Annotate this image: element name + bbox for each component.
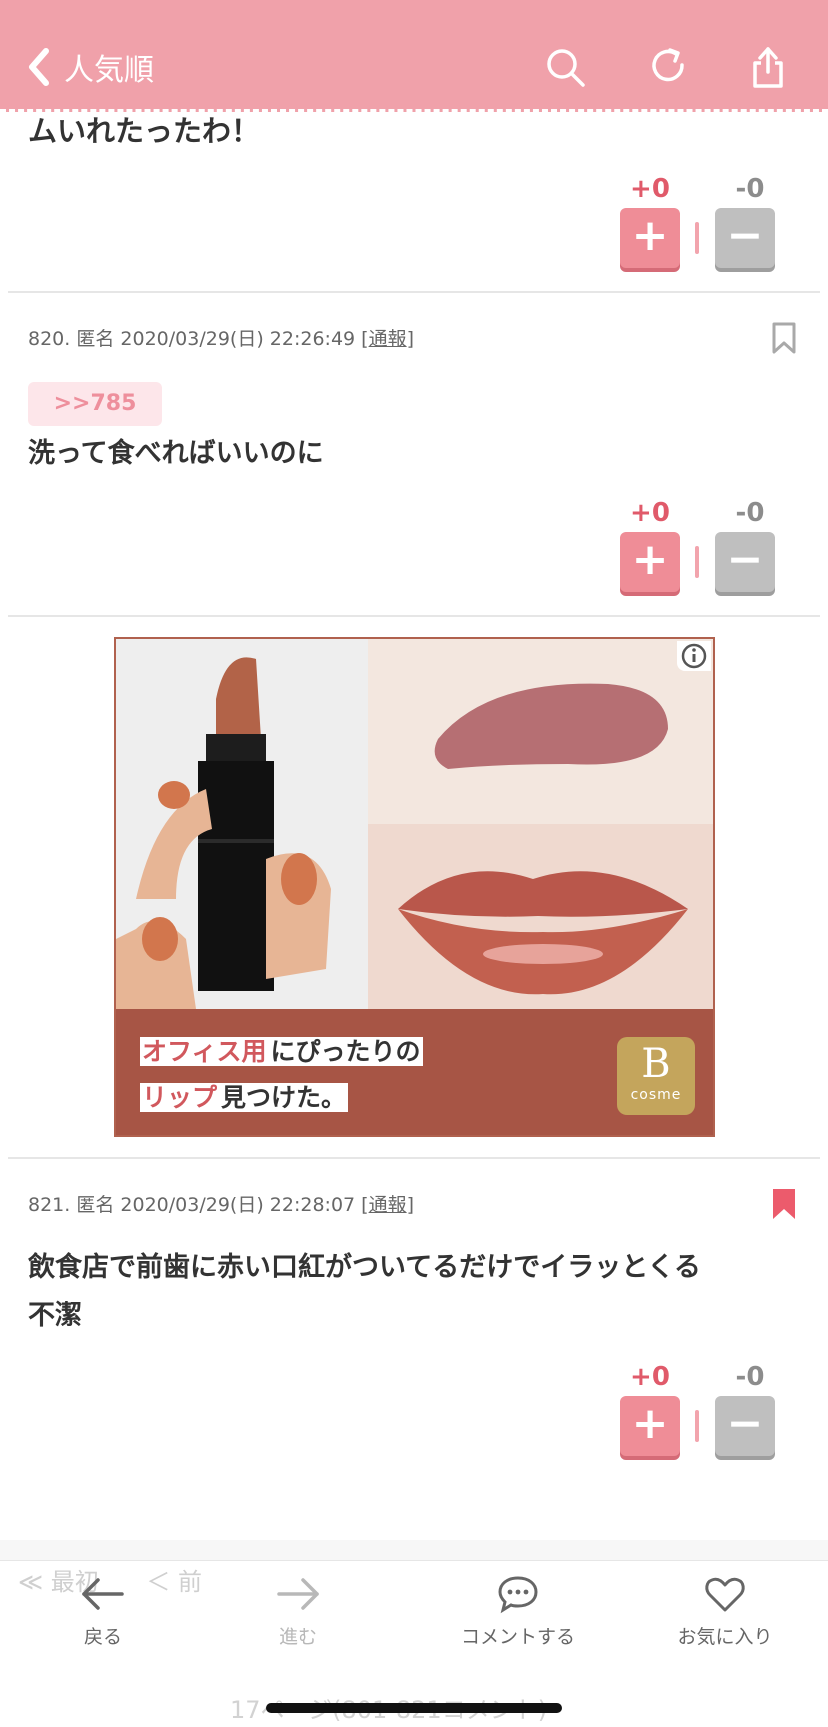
- ad-caption-text: にぴったりの: [268, 1037, 423, 1066]
- vote-separator: [695, 1410, 699, 1442]
- back-nav-button[interactable]: 戻る: [18, 1568, 188, 1668]
- divider: [8, 1157, 820, 1159]
- comment-author: 匿名: [76, 328, 115, 350]
- comment-body: ムいれたったわ！: [28, 114, 261, 148]
- advertisement-banner[interactable]: オフィス用 にぴったりの リップ 見つけた。 B cosme: [114, 637, 715, 1137]
- minus-count: -0: [735, 498, 765, 528]
- speech-bubble-icon: [498, 1576, 538, 1614]
- plus-vote-button[interactable]: +: [620, 208, 680, 268]
- comment-datetime: 2020/03/29(日) 22:28:07: [120, 1194, 356, 1216]
- minus-count: -0: [735, 1362, 765, 1392]
- comment-number: 821.: [28, 1194, 71, 1216]
- heart-icon: [705, 1577, 745, 1612]
- search-icon[interactable]: [542, 44, 588, 90]
- chevron-left-icon: [29, 48, 49, 86]
- ad-lipstick-image: [116, 639, 368, 1009]
- vote-controls: +0 -0 + −: [620, 498, 790, 598]
- forward-nav-button[interactable]: 進む: [213, 1568, 383, 1668]
- app-header: 人気順: [0, 0, 828, 112]
- comment-author: 匿名: [76, 1194, 115, 1216]
- ad-caption-line: リップ 見つけた。: [136, 1079, 352, 1117]
- comment-number: 820.: [28, 328, 71, 350]
- report-link[interactable]: 通報: [369, 1194, 407, 1216]
- back-button[interactable]: 人気順: [22, 42, 154, 92]
- sort-label: 人気順: [64, 53, 154, 88]
- minus-vote-button[interactable]: −: [715, 532, 775, 592]
- comment-body: 洗って食べればいいのに: [28, 438, 324, 469]
- plus-vote-button[interactable]: +: [620, 532, 680, 592]
- plus-vote-button[interactable]: +: [620, 1396, 680, 1456]
- back-nav-label: 戻る: [83, 1626, 122, 1648]
- vote-controls: +0 -0 + −: [620, 174, 790, 274]
- ad-logo-word: cosme: [630, 1087, 682, 1103]
- comment-meta: 820. 匿名 2020/03/29(日) 22:26:49 [通報]: [28, 328, 415, 350]
- reply-anchor-link[interactable]: >>785: [28, 382, 162, 426]
- comment-meta: 821. 匿名 2020/03/29(日) 22:28:07 [通報]: [28, 1194, 415, 1216]
- comment-body: 飲食店で前歯に赤い口紅がついてるだけでイラッとくる 不潔: [28, 1244, 701, 1340]
- vote-separator: [695, 546, 699, 578]
- minus-count: -0: [735, 174, 765, 204]
- bookmark-icon[interactable]: [771, 322, 797, 354]
- minus-vote-button[interactable]: −: [715, 1396, 775, 1456]
- minus-vote-button[interactable]: −: [715, 208, 775, 268]
- comment-line: 不潔: [28, 1300, 82, 1331]
- ad-info-icon[interactable]: [677, 641, 711, 671]
- favorite-button[interactable]: お気に入り: [640, 1568, 810, 1668]
- ad-caption-highlight: リップ: [140, 1083, 220, 1112]
- favorite-label: お気に入り: [677, 1626, 773, 1648]
- comment-line: 飲食店で前歯に赤い口紅がついてるだけでイラッとくる: [28, 1252, 701, 1283]
- arrow-right-icon: [277, 1578, 319, 1610]
- ad-caption-highlight: オフィス用: [140, 1037, 269, 1066]
- home-indicator: [266, 1703, 562, 1713]
- bookmark-icon[interactable]: [771, 1188, 797, 1220]
- plus-count: +0: [630, 1362, 670, 1392]
- comment-datetime: 2020/03/29(日) 22:26:49: [120, 328, 356, 350]
- forward-nav-label: 進む: [278, 1626, 317, 1648]
- plus-count: +0: [630, 498, 670, 528]
- refresh-icon[interactable]: [646, 44, 692, 90]
- report-link[interactable]: 通報: [369, 328, 407, 350]
- plus-count: +0: [630, 174, 670, 204]
- ad-logo-letter: B: [641, 1041, 671, 1087]
- vote-separator: [695, 222, 699, 254]
- ad-caption-band: オフィス用 にぴったりの リップ 見つけた。 B cosme: [116, 1009, 713, 1135]
- arrow-left-icon: [82, 1578, 124, 1610]
- ad-brand-logo: B cosme: [617, 1037, 695, 1115]
- ad-caption-line: オフィス用 にぴったりの: [136, 1033, 427, 1071]
- ad-lips-image: [368, 824, 713, 1009]
- comment-label: コメントする: [460, 1626, 575, 1648]
- comment-button[interactable]: コメントする: [433, 1568, 603, 1668]
- ad-caption-text: 見つけた。: [219, 1083, 349, 1112]
- ad-swatch-image: [368, 639, 713, 824]
- divider: [8, 291, 820, 293]
- divider: [8, 615, 820, 617]
- vote-controls: +0 -0 + −: [620, 1362, 790, 1462]
- share-icon[interactable]: [745, 44, 791, 90]
